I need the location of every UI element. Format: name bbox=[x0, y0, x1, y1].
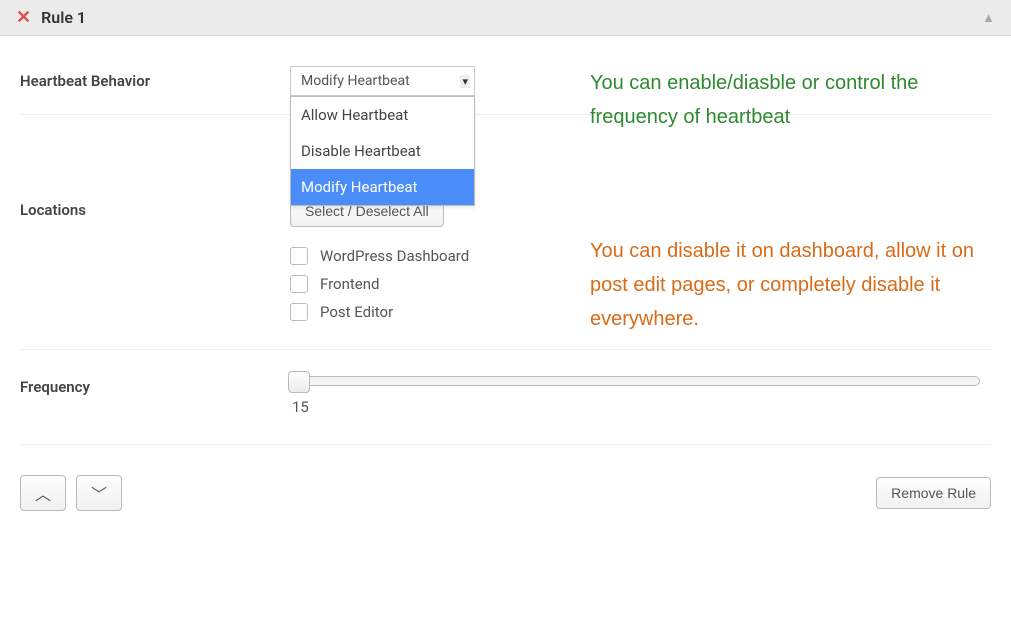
panel-header: ✕ Rule 1 ▲ bbox=[0, 0, 1011, 36]
chevron-down-icon: ▾ bbox=[460, 75, 470, 88]
label-heartbeat-behavior: Heartbeat Behavior bbox=[20, 66, 290, 90]
remove-rule-button[interactable]: Remove Rule bbox=[876, 477, 991, 509]
label-locations: Locations bbox=[20, 195, 290, 219]
collapse-icon[interactable]: ▲ bbox=[982, 10, 995, 26]
behavior-option-disable[interactable]: Disable Heartbeat bbox=[291, 133, 474, 169]
behavior-dropdown: Allow Heartbeat Disable Heartbeat Modify… bbox=[290, 96, 475, 206]
checkbox-frontend[interactable] bbox=[290, 275, 308, 293]
behavior-option-modify[interactable]: Modify Heartbeat bbox=[291, 169, 474, 205]
panel-header-left: ✕ Rule 1 bbox=[16, 8, 86, 27]
location-row-dashboard: WordPress Dashboard bbox=[290, 247, 600, 265]
footer-row: ︿ ﹀ Remove Rule bbox=[20, 444, 991, 511]
behavior-select-value: Modify Heartbeat bbox=[301, 73, 410, 89]
row-frequency: Frequency 15 bbox=[20, 372, 991, 434]
panel-title: Rule 1 bbox=[41, 8, 86, 27]
panel-body: You can enable/diasble or control the fr… bbox=[0, 36, 1011, 531]
move-up-button[interactable]: ︿ bbox=[20, 475, 66, 511]
location-row-frontend: Frontend bbox=[290, 275, 600, 293]
dropdown-overlap-spacer bbox=[20, 135, 991, 195]
close-icon[interactable]: ✕ bbox=[16, 9, 31, 27]
locations-checkbox-list: WordPress Dashboard Frontend Post Editor bbox=[290, 247, 600, 321]
behavior-select-wrap: Modify Heartbeat ▾ Allow Heartbeat Disab… bbox=[290, 66, 600, 96]
location-row-post-editor: Post Editor bbox=[290, 303, 600, 321]
checkbox-label-frontend: Frontend bbox=[320, 275, 379, 293]
chevron-down-icon: ﹀ bbox=[91, 481, 107, 505]
annotation-behavior: You can enable/diasble or control the fr… bbox=[590, 66, 980, 134]
label-frequency: Frequency bbox=[20, 372, 290, 396]
frequency-slider-thumb[interactable] bbox=[288, 371, 310, 393]
behavior-option-allow[interactable]: Allow Heartbeat bbox=[291, 97, 474, 133]
frequency-slider[interactable] bbox=[290, 376, 980, 386]
checkbox-dashboard[interactable] bbox=[290, 247, 308, 265]
reorder-buttons: ︿ ﹀ bbox=[20, 475, 122, 511]
checkbox-label-post-editor: Post Editor bbox=[320, 303, 393, 321]
checkbox-label-dashboard: WordPress Dashboard bbox=[320, 247, 469, 265]
behavior-select[interactable]: Modify Heartbeat ▾ bbox=[290, 66, 475, 96]
checkbox-post-editor[interactable] bbox=[290, 303, 308, 321]
frequency-value: 15 bbox=[292, 398, 980, 416]
move-down-button[interactable]: ﹀ bbox=[76, 475, 122, 511]
locations-controls: Select / Deselect All WordPress Dashboar… bbox=[290, 195, 600, 331]
annotation-locations: You can disable it on dashboard, allow i… bbox=[590, 234, 990, 336]
frequency-slider-wrap: 15 bbox=[290, 372, 980, 416]
chevron-up-icon: ︿ bbox=[35, 481, 51, 505]
